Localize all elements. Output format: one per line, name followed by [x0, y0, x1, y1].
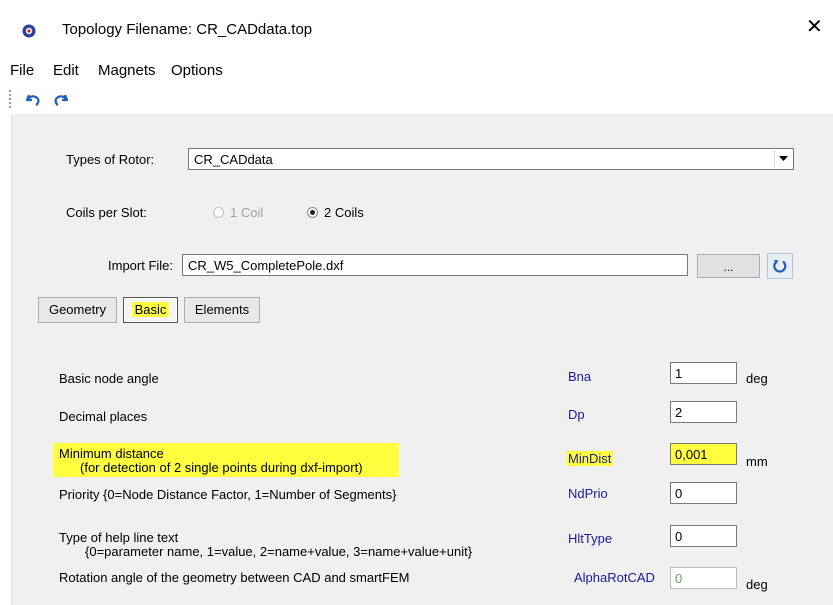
tab-elements-label: Elements [194, 302, 250, 317]
hlttype-value: 0 [675, 529, 683, 544]
radio-2-coils[interactable]: 2 Coils [307, 205, 364, 220]
bna-input[interactable]: 1 [670, 362, 737, 384]
menu-file[interactable]: File [10, 62, 34, 79]
reload-button[interactable] [767, 253, 793, 279]
tab-geometry-label: Geometry [48, 302, 107, 317]
undo-icon[interactable] [24, 91, 42, 109]
radio-dot-2-coils [307, 207, 318, 218]
rotor-type-value: CR_CADdata [194, 152, 273, 167]
import-file-label: Import File: [108, 258, 174, 273]
ndprio-input[interactable]: 0 [670, 482, 737, 504]
toolbar [0, 86, 833, 114]
param-desc-bna: Basic node angle [59, 371, 159, 386]
param-desc-mindist: Minimum distance [59, 446, 164, 461]
alpharotcad-input[interactable]: 0 [670, 567, 737, 589]
param-name-dp: Dp [568, 407, 585, 422]
browse-button[interactable]: ... [697, 254, 760, 278]
import-file-value: CR_W5_CompletePole.dxf [188, 258, 344, 273]
reload-icon [773, 260, 787, 273]
coils-per-slot-label: Coils per Slot: [66, 205, 147, 220]
menu-magnets[interactable]: Magnets [98, 62, 156, 79]
param-name-mindist: MinDist [566, 451, 614, 466]
toolbar-grip[interactable] [9, 90, 11, 110]
import-file-field[interactable]: CR_W5_CompletePole.dxf [182, 254, 688, 276]
ndprio-value: 0 [675, 486, 683, 501]
param-desc-ndprio: Priority {0=Node Distance Factor, 1=Numb… [59, 487, 397, 502]
param-name-alpharotcad: AlphaRotCAD [574, 570, 655, 585]
alpharotcad-unit: deg [746, 577, 768, 592]
radio-dot-1-coil [213, 207, 224, 218]
rotor-type-label: Types of Rotor: [66, 152, 155, 167]
close-button[interactable]: ✕ [806, 16, 823, 38]
dp-value: 2 [675, 405, 683, 420]
tab-basic[interactable]: Basic [123, 297, 178, 323]
chevron-down-icon[interactable] [774, 150, 792, 168]
mindist-value: 0,001 [675, 447, 708, 462]
mindist-input[interactable]: 0,001 [670, 443, 737, 465]
param-desc-alpharotcad: Rotation angle of the geometry between C… [59, 570, 410, 585]
title-bar: Topology Filename: CR_CADdata.top ✕ [0, 0, 833, 56]
menu-edit[interactable]: Edit [53, 62, 79, 79]
param-desc2-hlttype: {0=parameter name, 1=value, 2=name+value… [85, 544, 473, 559]
tab-elements[interactable]: Elements [184, 297, 260, 323]
alpharotcad-value: 0 [675, 571, 683, 586]
hlttype-input[interactable]: 0 [670, 525, 737, 547]
param-desc-hlttype: Type of help line text [59, 530, 179, 545]
bna-value: 1 [675, 366, 683, 381]
menu-bar: File Edit Magnets Options [0, 56, 833, 84]
tab-basic-label: Basic [131, 302, 170, 317]
rotor-type-select[interactable]: CR_CADdata [188, 148, 794, 170]
param-name-hlttype: HltType [568, 531, 613, 546]
radio-1-coil-label: 1 Coil [230, 205, 264, 220]
redo-icon[interactable] [52, 91, 70, 109]
radio-1-coil[interactable]: 1 Coil [213, 205, 263, 220]
window-title: Topology Filename: CR_CADdata.top [62, 21, 313, 38]
dp-input[interactable]: 2 [670, 401, 737, 423]
menu-options[interactable]: Options [171, 62, 223, 79]
radio-2-coils-label: 2 Coils [324, 205, 364, 220]
param-name-bna: Bna [568, 369, 592, 384]
param-desc2-mindist: (for detection of 2 single points during… [80, 460, 363, 475]
bna-unit: deg [746, 371, 768, 386]
app-icon [22, 24, 36, 38]
tab-geometry[interactable]: Geometry [38, 297, 117, 323]
param-desc-dp: Decimal places [59, 409, 148, 424]
mindist-unit: mm [746, 454, 768, 469]
param-name-ndprio: NdPrio [568, 486, 608, 501]
